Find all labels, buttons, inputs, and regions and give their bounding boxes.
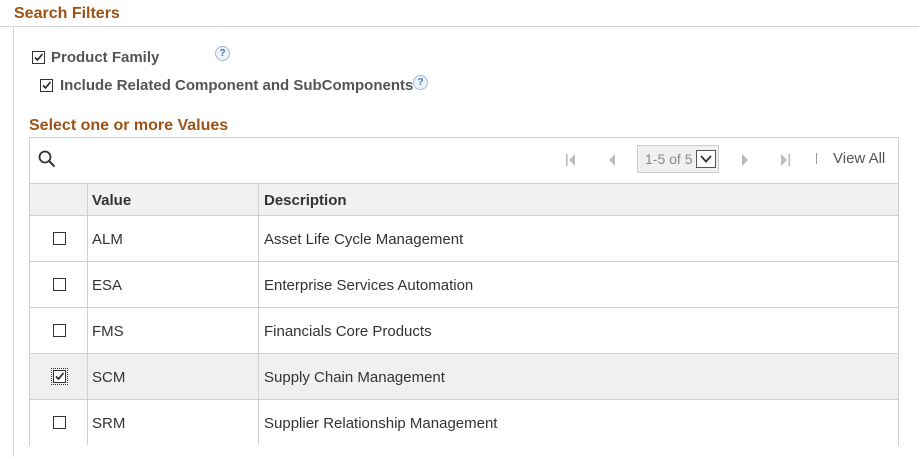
row-value: ALM — [92, 231, 123, 248]
last-page-icon[interactable] — [779, 153, 791, 167]
row-value: SRM — [92, 415, 126, 432]
column-header-description[interactable]: Description — [264, 192, 347, 209]
previous-page-icon[interactable] — [606, 153, 618, 167]
product-family-checkbox[interactable] — [32, 51, 45, 64]
row-value: SCM — [92, 369, 126, 386]
toolbar-separator — [816, 153, 817, 164]
row-description: Supply Chain Management — [264, 369, 445, 386]
row-checkbox[interactable] — [53, 416, 66, 429]
view-all-link[interactable]: View All — [833, 150, 885, 167]
first-page-icon[interactable] — [565, 153, 577, 167]
checkmark-icon — [34, 53, 44, 62]
column-divider — [87, 183, 88, 445]
help-icon[interactable]: ? — [413, 75, 428, 90]
row-value: ESA — [92, 277, 123, 294]
grid-header: Value Description — [30, 183, 898, 216]
checkmark-icon — [42, 81, 52, 90]
grid-toolbar: 1-5 of 5 View All — [30, 138, 898, 183]
row-checkbox[interactable] — [53, 232, 66, 245]
product-family-label: Product Family — [51, 49, 160, 66]
column-divider — [258, 183, 259, 445]
table-row[interactable]: SRM Supplier Relationship Management — [30, 400, 898, 446]
include-related-checkbox[interactable] — [40, 79, 53, 92]
row-description: Supplier Relationship Management — [264, 415, 498, 432]
section-divider — [0, 26, 919, 27]
row-description: Enterprise Services Automation — [264, 277, 474, 294]
column-header-value[interactable]: Value — [92, 192, 131, 209]
chevron-down-icon — [700, 155, 712, 163]
row-description: Financials Core Products — [264, 323, 432, 340]
row-checkbox[interactable] — [51, 368, 68, 385]
row-checkbox[interactable] — [53, 324, 66, 337]
row-value: FMS — [92, 323, 124, 340]
pager-dropdown[interactable] — [696, 150, 716, 168]
pager-text: 1-5 of 5 — [645, 151, 693, 167]
search-icon[interactable] — [38, 150, 56, 168]
table-row[interactable]: SCM Supply Chain Management — [30, 354, 898, 400]
include-related-label: Include Related Component and SubCompone… — [60, 77, 414, 94]
table-row[interactable]: FMS Financials Core Products — [30, 308, 898, 354]
row-description: Asset Life Cycle Management — [264, 231, 464, 248]
values-grid: 1-5 of 5 View All Value Description ALM … — [29, 137, 899, 446]
next-page-icon[interactable] — [739, 153, 751, 167]
section-left-border — [13, 27, 14, 457]
checkmark-icon — [55, 372, 65, 381]
pager-range: 1-5 of 5 — [637, 145, 719, 173]
table-row[interactable]: ESA Enterprise Services Automation — [30, 262, 898, 308]
grid-title: Select one or more Values — [29, 117, 229, 134]
help-icon[interactable]: ? — [215, 46, 230, 61]
table-row[interactable]: ALM Asset Life Cycle Management — [30, 216, 898, 262]
section-title: Search Filters — [14, 5, 120, 22]
row-checkbox[interactable] — [53, 278, 66, 291]
